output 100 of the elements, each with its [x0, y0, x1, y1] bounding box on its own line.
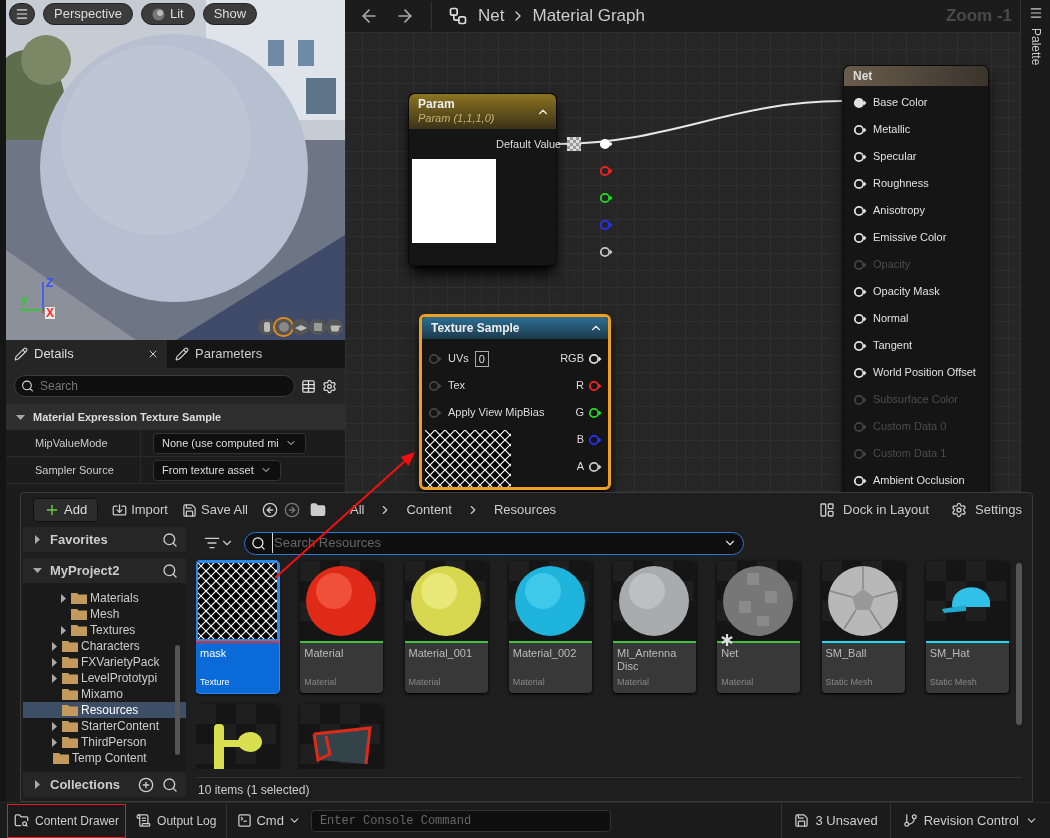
pin-icon[interactable]: [853, 123, 867, 136]
collapsed-arrow-icon[interactable]: [59, 593, 68, 603]
folder-tree-item[interactable]: LevelPrototypi: [23, 670, 186, 686]
folder-icon: [71, 592, 87, 604]
folder-icon: [62, 688, 78, 700]
graph-node[interactable]: Texture Sample UVs 0 Tex Apply View MipBias RGB R G B A: [419, 314, 611, 490]
pin-icon[interactable]: [853, 204, 867, 217]
asset-tile[interactable]: SM_Ball Static Mesh: [821, 561, 905, 693]
search-icon[interactable]: [162, 562, 178, 579]
cmd-dropdown[interactable]: Cmd: [227, 810, 311, 831]
checker-swatch[interactable]: [567, 137, 582, 151]
asset-tile[interactable]: Material_001 Material: [404, 561, 488, 693]
asset-tile[interactable]: mask Texture: [196, 561, 279, 693]
panel-tab[interactable]: Parameters: [167, 340, 317, 368]
pin-icon[interactable]: [853, 285, 867, 298]
axis-gizmo-icon: [18, 281, 44, 313]
asset-tile[interactable]: Net Material: [717, 561, 801, 693]
console-field[interactable]: Enter Console Command: [310, 809, 611, 832]
value-field[interactable]: 0: [474, 350, 489, 367]
back-icon[interactable]: [261, 502, 278, 518]
section-header[interactable]: Material Expression Texture Sample: [6, 404, 345, 430]
folder-name: LevelPrototypi: [81, 670, 158, 687]
asset-tile[interactable]: Material_002 Material: [508, 561, 592, 693]
expanded-arrow-icon[interactable]: [16, 412, 25, 422]
asset-tile[interactable]: SM_Hat Static Mesh: [925, 561, 1009, 693]
add-collection-icon[interactable]: [138, 776, 154, 793]
pin-icon[interactable]: [853, 312, 867, 325]
breadcrumb-item[interactable]: Material Graph: [532, 3, 645, 29]
scrollbar[interactable]: [175, 645, 180, 755]
pin-icon[interactable]: [853, 474, 867, 487]
pin-icon[interactable]: [853, 96, 867, 109]
menu-icon[interactable]: [1028, 6, 1043, 20]
save-icon: [182, 502, 197, 518]
folder-icon: [53, 752, 69, 764]
revision-control-button[interactable]: Revision Control: [890, 810, 1050, 831]
pin-label: Metallic: [873, 122, 911, 138]
folder-tree-item[interactable]: Materials: [23, 590, 186, 606]
asset-name: MI_Antenna Disc: [616, 646, 678, 673]
pin-icon[interactable]: [588, 352, 602, 365]
folder-tree-item[interactable]: ThirdPerson: [23, 734, 186, 750]
sidebar-section-header[interactable]: Favorites: [23, 527, 186, 552]
sidebar-section-header[interactable]: MyProject2: [23, 558, 186, 583]
add-button[interactable]: Add: [33, 498, 99, 522]
folder-tree-item[interactable]: Temp Content: [23, 750, 186, 766]
search-field[interactable]: Search: [14, 375, 295, 397]
folder-tree-item[interactable]: Mixamo: [23, 686, 186, 702]
search-icon[interactable]: [162, 776, 178, 793]
palette-tab[interactable]: Palette: [1026, 28, 1045, 66]
breadcrumb-item[interactable]: Net: [478, 3, 505, 29]
console-input[interactable]: Enter Console Command: [319, 811, 602, 830]
import-button[interactable]: Import: [112, 500, 168, 520]
search-field[interactable]: Search Resources: [244, 531, 744, 555]
sphere-preview-button[interactable]: [275, 319, 292, 335]
table-icon[interactable]: [301, 378, 316, 394]
property-dropdown[interactable]: From texture asset: [153, 459, 281, 481]
status-bar-tab[interactable]: Output Log: [126, 803, 228, 838]
save-all-button[interactable]: Save All: [182, 500, 248, 520]
filter-icon[interactable]: [204, 535, 220, 551]
path-item[interactable]: Resources: [493, 500, 557, 520]
pin-icon[interactable]: [853, 150, 867, 163]
folder-icon: [62, 656, 78, 668]
pin-icon[interactable]: [853, 177, 867, 190]
property-dropdown[interactable]: None (use computed mi: [153, 432, 306, 454]
panel-tab[interactable]: Details: [6, 340, 167, 368]
collapsed-arrow-icon[interactable]: [33, 780, 42, 789]
collapsed-arrow-icon[interactable]: [33, 535, 42, 544]
forward-icon[interactable]: [283, 502, 300, 518]
unsaved-button[interactable]: 3 Unsaved: [782, 803, 891, 838]
pin-label: Tex: [448, 378, 466, 394]
path-item[interactable]: All: [349, 500, 365, 520]
pin-icon[interactable]: [599, 138, 614, 150]
pencil-icon: [175, 347, 189, 361]
settings-icon[interactable]: [322, 378, 337, 394]
search-input[interactable]: Search Resources: [272, 533, 717, 553]
pin-icon[interactable]: [588, 406, 602, 419]
asset-tile[interactable]: Material Material: [300, 561, 384, 693]
pin-icon[interactable]: [853, 339, 867, 352]
folder-tree-item[interactable]: Mesh: [23, 606, 186, 622]
expanded-arrow-icon[interactable]: [33, 566, 42, 575]
folder-tree-item[interactable]: Textures: [23, 622, 186, 638]
folder-tree-item[interactable]: StarterContent: [23, 718, 186, 734]
pin-icon[interactable]: [599, 246, 614, 258]
viewport-toolbar-button[interactable]: Perspective: [43, 3, 133, 25]
close-icon[interactable]: [147, 348, 159, 360]
folder-icon[interactable]: [309, 502, 326, 518]
asset-tile[interactable]: MI_Antenna Disc Material: [613, 561, 696, 693]
pin-icon[interactable]: [599, 192, 614, 204]
status-bar-tab[interactable]: Content Drawer: [7, 803, 127, 838]
pin-icon[interactable]: [853, 366, 867, 379]
sidebar-section-header[interactable]: Collections: [23, 772, 186, 797]
path-item[interactable]: Content: [406, 500, 452, 520]
folder-tree-item[interactable]: Resources: [23, 702, 186, 718]
pin-icon[interactable]: [853, 231, 867, 244]
pin-icon[interactable]: [588, 460, 602, 473]
folder-tree-item[interactable]: Characters: [23, 638, 186, 654]
search-icon[interactable]: [162, 531, 178, 548]
viewport-toolbar-button[interactable]: Lit: [140, 3, 195, 25]
scrollbar[interactable]: [1016, 563, 1022, 725]
folder-icon: [71, 608, 87, 620]
folder-tree-item[interactable]: FXVarietyPack: [23, 654, 186, 670]
